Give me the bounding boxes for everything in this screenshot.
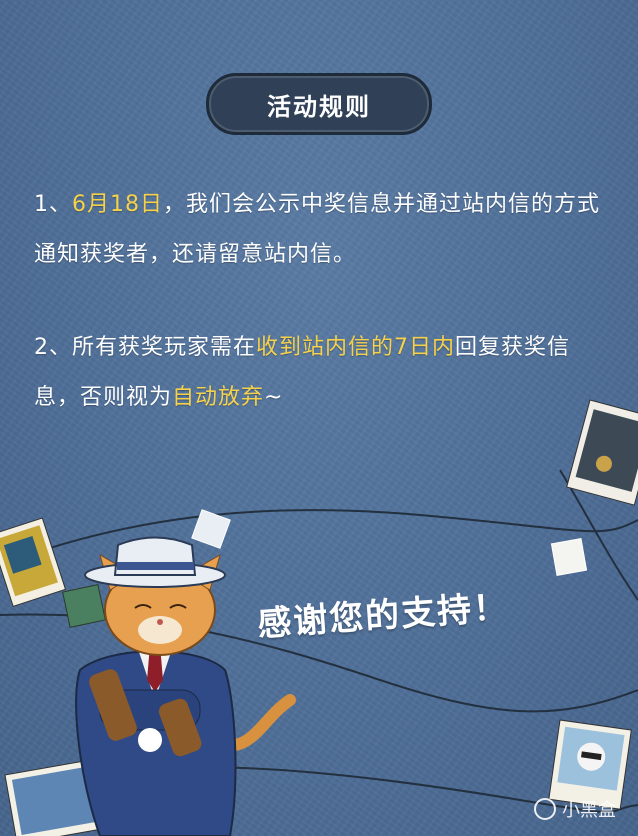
- watermark: 小黑盒: [534, 796, 616, 822]
- rule-2: 2、所有获奖玩家需在收到站内信的7日内回复获奖信息，否则视为自动放弃~: [34, 323, 614, 423]
- watermark-text: 小黑盒: [562, 800, 616, 821]
- small-card: [191, 509, 231, 549]
- string-line: [0, 509, 638, 566]
- rules-title-badge: 活动规则: [206, 73, 432, 135]
- rule-2-end: ~: [264, 385, 284, 410]
- rule-2-prefix: 2、所有获奖玩家需在: [34, 335, 256, 360]
- small-card: [550, 538, 588, 576]
- heybox-logo-icon: [534, 798, 556, 820]
- rule-2-highlight-forfeit: 自动放弃: [172, 385, 265, 410]
- rule-2-highlight-deadline: 收到站内信的7日内: [256, 335, 455, 360]
- photo-card: [0, 517, 67, 607]
- rule-1-date: 6月18日: [72, 192, 163, 217]
- cat-character: [75, 536, 296, 836]
- rule-1-prefix: 1、: [34, 192, 72, 217]
- rule-1: 1、6月18日，我们会公示中奖信息并通过站内信的方式通知获奖者，还请留意站内信。: [34, 180, 614, 280]
- rules-title: 活动规则: [267, 92, 371, 121]
- small-card: [62, 584, 106, 628]
